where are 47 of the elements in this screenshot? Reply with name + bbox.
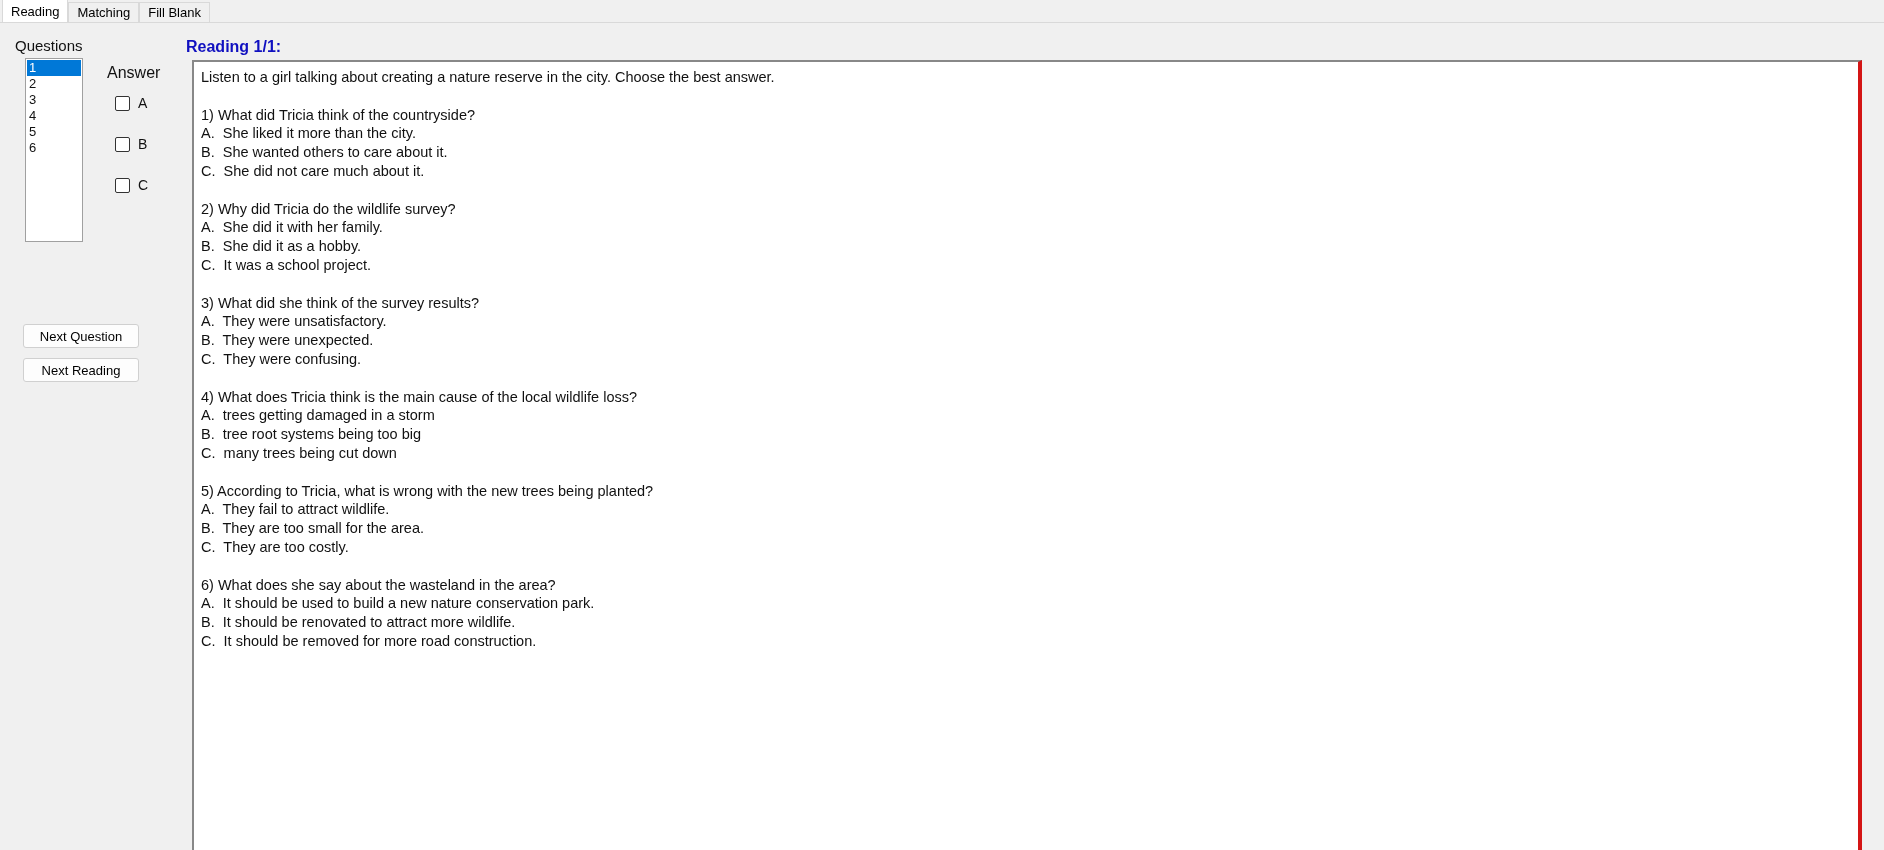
- question-text: 1) What did Tricia think of the countryside?: [201, 105, 476, 125]
- instruction-text: Listen to a girl talking about creating a nature reserve in the city. Choose the best answer.: [201, 68, 775, 87]
- button[interactable]: Next Reading: [23, 358, 139, 382]
- checkbox-label: A: [138, 95, 148, 111]
- question-text: 4) What does Tricia think is the main cause of the local wildlife loss?: [201, 387, 637, 407]
- option-text: C. They were confusing.: [201, 349, 362, 369]
- option-text: C. many trees being cut down: [201, 443, 397, 463]
- tab[interactable]: Fill Blank: [139, 2, 210, 22]
- option-text: A. They fail to attract wildlife.: [201, 500, 390, 520]
- question-list-item[interactable]: 4: [27, 108, 81, 124]
- option-text: B. tree root systems being too big: [201, 425, 422, 444]
- option-text: B. She did it as a hobby.: [201, 237, 362, 256]
- option-text: A. trees getting damaged in a storm: [201, 406, 435, 426]
- checkbox[interactable]: [115, 95, 130, 111]
- option-text: A. It should be used to build a new nature conservation park.: [201, 594, 595, 614]
- option-text: C. It was a school project.: [201, 255, 372, 275]
- option-text: A. She liked it more than the city.: [201, 124, 416, 144]
- checkbox[interactable]: [115, 177, 130, 193]
- option-text: B. They are too small for the area.: [201, 519, 424, 538]
- question-list-item[interactable]: 5: [27, 124, 81, 140]
- option-text: C. They are too costly.: [201, 537, 349, 557]
- tab[interactable]: Reading: [2, 0, 69, 22]
- option-text: B. It should be renovated to attract more wildlife.: [201, 613, 516, 632]
- question-text: 5) According to Tricia, what is wrong with the new trees being planted?: [201, 481, 654, 501]
- question-list-item[interactable]: 2: [27, 76, 81, 92]
- question-list[interactable]: 1 2 3 4 5 6: [25, 58, 83, 242]
- checkbox-label: B: [138, 136, 148, 152]
- reading-title: Reading 1/1:: [186, 37, 283, 57]
- option-text: C. It should be removed for more road construction.: [201, 631, 537, 651]
- checkbox-label: C: [138, 177, 149, 193]
- question-list-item[interactable]: 1: [27, 60, 81, 76]
- question-text: 6) What does she say about the wasteland in the area?: [201, 575, 556, 595]
- question-list-item[interactable]: 6: [27, 140, 81, 156]
- button[interactable]: Next Question: [23, 324, 139, 348]
- question-text: 3) What did she think of the survey results?: [201, 293, 480, 313]
- option-text: B. They were unexpected.: [201, 331, 374, 350]
- question-list-item[interactable]: 3: [27, 92, 81, 108]
- tab[interactable]: Matching: [68, 2, 140, 22]
- option-text: C. She did not care much about it.: [201, 162, 425, 181]
- question-text: 2) Why did Tricia do the wildlife survey?: [201, 199, 456, 219]
- questions-label: Questions: [15, 37, 84, 55]
- option-text: A. They were unsatisfactory.: [201, 312, 387, 332]
- option-text: A. She did it with her family.: [201, 218, 383, 238]
- option-text: B. She wanted others to care about it.: [201, 143, 448, 162]
- checkbox[interactable]: [115, 136, 130, 152]
- answer-label: Answer: [107, 64, 161, 82]
- reading-text-area[interactable]: [192, 60, 1862, 850]
